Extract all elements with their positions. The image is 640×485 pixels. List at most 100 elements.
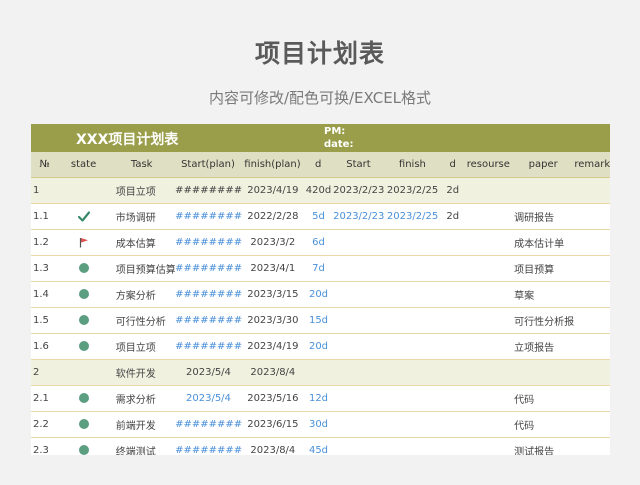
cell-d[interactable]: 7d xyxy=(304,263,333,274)
cell-task[interactable]: 项目立项 xyxy=(109,183,175,198)
cell-d[interactable]: 12d xyxy=(304,393,333,404)
page-subtitle: 内容可修改/配色可换/EXCEL格式 xyxy=(208,89,432,107)
cell-no[interactable]: 1.6 xyxy=(31,341,59,352)
cell-start-plan[interactable]: ######## xyxy=(175,211,242,222)
cell-finish-plan[interactable]: 2023/3/2 xyxy=(242,237,304,248)
cell-finish-plan[interactable]: 2023/3/15 xyxy=(242,289,304,300)
cell-d[interactable]: 20d xyxy=(304,341,333,352)
cell-finish-plan[interactable]: 2023/6/15 xyxy=(242,419,304,430)
cell-paper[interactable]: 调研报告 xyxy=(512,209,574,224)
status-dot-icon xyxy=(78,315,89,325)
cell-paper[interactable]: 项目预算 xyxy=(512,261,574,276)
cell-d[interactable]: 30d xyxy=(304,419,333,430)
table-row[interactable]: 1.5 可行性分析########2023/3/3015d 可行性分析报告 xyxy=(31,308,610,334)
cell-no[interactable]: 2 xyxy=(31,367,59,378)
cell-d[interactable]: 20d xyxy=(304,289,333,300)
cell-finish-plan[interactable]: 2023/3/30 xyxy=(242,315,304,326)
table-row[interactable]: 1 项目立项 ######## 2023/4/19 420d 2023/2/23 2023/… xyxy=(31,178,610,204)
table-row[interactable]: 1.2 成本估算 ######## 2023/3/2 6d 成本估计单 xyxy=(31,230,610,256)
cell-d[interactable]: 45d xyxy=(304,445,333,455)
cell-paper[interactable]: 代码 xyxy=(512,417,574,432)
cell-d[interactable]: 420d xyxy=(304,185,333,196)
table-row[interactable]: 1.4 方案分析 ######## 2023/3/15 20d 草案 xyxy=(31,282,610,308)
flag-icon xyxy=(79,237,89,248)
cell-state[interactable] xyxy=(59,289,109,300)
cell-d[interactable]: 5d xyxy=(304,211,333,222)
sheet-banner: XXX项目计划表 PM: date: xyxy=(31,124,610,152)
cell-finish-plan[interactable]: 2023/4/19 xyxy=(242,341,304,352)
header-paper: paper xyxy=(528,159,558,170)
table-row[interactable]: 1.6 项目立项 ######## 2023/4/19 20d 立项报告 xyxy=(31,334,610,360)
cell-task[interactable]: 项目立项 xyxy=(109,339,175,354)
cell-no[interactable]: 1.5 xyxy=(31,315,59,326)
cell-state[interactable] xyxy=(59,263,109,274)
cell-state[interactable] xyxy=(59,393,109,404)
cell-start-plan[interactable]: ######## xyxy=(175,445,242,455)
cell-start-plan[interactable]: ######## xyxy=(175,341,242,352)
cell-no[interactable]: 2.1 xyxy=(31,393,59,404)
cell-state[interactable] xyxy=(59,211,109,223)
cell-start-plan[interactable]: ######## xyxy=(175,315,242,326)
cell-state[interactable] xyxy=(59,341,109,352)
cell-start-plan[interactable]: ######## xyxy=(175,185,242,196)
cell-finish-plan[interactable]: 2023/4/1 xyxy=(242,263,304,274)
table-row[interactable]: 2.2 前端开发 ######## 2023/6/15 30d 代码 xyxy=(31,412,610,438)
status-dot-icon xyxy=(78,393,89,403)
cell-d2[interactable]: 2d xyxy=(441,185,465,196)
cell-start-plan[interactable]: ######## xyxy=(175,237,242,248)
cell-no[interactable]: 1.3 xyxy=(31,263,59,274)
cell-finish-plan[interactable]: 2023/8/4 xyxy=(242,367,304,378)
cell-state[interactable] xyxy=(59,237,109,249)
table-row[interactable]: 1.1 市场调研 ######## 2022/2/28 5d 2023/2/23 2023/… xyxy=(31,204,610,230)
header-resource: resourse xyxy=(466,159,510,170)
cell-task[interactable]: 前端开发 xyxy=(109,417,175,432)
cell-finish[interactable]: 2023/2/25 xyxy=(384,211,441,222)
cell-paper[interactable]: 代码 xyxy=(512,391,574,406)
cell-start-plan[interactable]: 2023/5/4 xyxy=(175,367,242,378)
cell-state[interactable] xyxy=(59,445,109,455)
cell-no[interactable]: 1.1 xyxy=(31,211,59,222)
cell-task[interactable]: 项目预算估算 xyxy=(109,261,175,276)
table-body: 1 项目立项 ######## 2023/4/19 420d 2023/2/23 2023/… xyxy=(31,178,610,455)
cell-no[interactable]: 2.3 xyxy=(31,445,59,455)
table-row[interactable]: 1.3 项目预算估算 ######## 2023/4/1 7d 项目预算 xyxy=(31,256,610,282)
cell-task[interactable]: 成本估算 xyxy=(109,235,175,250)
cell-d[interactable]: 6d xyxy=(304,237,333,248)
cell-paper[interactable]: 草案 xyxy=(512,287,574,302)
cell-finish[interactable]: 2023/2/25 xyxy=(384,185,441,196)
cell-d[interactable]: 15d xyxy=(304,315,333,326)
cell-no[interactable]: 2.2 xyxy=(31,419,59,430)
table-row[interactable]: 2.1 需求分析 2023/5/4 2023/5/16 12d 代码 xyxy=(31,386,610,412)
cell-task[interactable]: 市场调研 xyxy=(109,209,175,224)
cell-paper[interactable]: 立项报告 xyxy=(512,339,574,354)
cell-state[interactable] xyxy=(59,315,109,326)
cell-finish-plan[interactable]: 2023/4/19 xyxy=(242,185,304,196)
cell-finish-plan[interactable]: 2023/8/4 xyxy=(242,445,304,455)
cell-task[interactable]: 终端测试 xyxy=(109,443,175,455)
table-row[interactable]: 2.3 终端测试 ######## 2023/8/4 45d 测试报告 xyxy=(31,438,610,455)
cell-start-plan[interactable]: ######## xyxy=(175,289,242,300)
cell-task[interactable]: 软件开发 xyxy=(109,365,175,380)
cell-finish-plan[interactable]: 2022/2/28 xyxy=(242,211,304,222)
date-label: date: xyxy=(324,139,354,150)
cell-finish-plan[interactable]: 2023/5/16 xyxy=(242,393,304,404)
cell-state[interactable] xyxy=(59,419,109,430)
cell-no[interactable]: 1.2 xyxy=(31,237,59,248)
cell-no[interactable]: 1.4 xyxy=(31,289,59,300)
header-duration: d xyxy=(449,159,456,170)
cell-task[interactable]: 可行性分析 xyxy=(109,313,175,328)
cell-paper[interactable]: 测试报告 xyxy=(512,443,574,455)
cell-task[interactable]: 方案分析 xyxy=(109,287,175,302)
cell-d2[interactable]: 2d xyxy=(441,211,465,222)
cell-start[interactable]: 2023/2/23 xyxy=(333,185,384,196)
cell-no[interactable]: 1 xyxy=(31,185,59,196)
cell-start[interactable]: 2023/2/23 xyxy=(333,211,384,222)
sheet-title: XXX项目计划表 xyxy=(76,132,179,148)
cell-start-plan[interactable]: ######## xyxy=(175,419,242,430)
cell-paper[interactable]: 可行性分析报告 xyxy=(512,313,574,328)
cell-task[interactable]: 需求分析 xyxy=(109,391,175,406)
table-row[interactable]: 2 软件开发 2023/5/4 2023/8/4 xyxy=(31,360,610,386)
cell-start-plan[interactable]: ######## xyxy=(175,263,242,274)
cell-paper[interactable]: 成本估计单 xyxy=(512,235,574,250)
cell-start-plan[interactable]: 2023/5/4 xyxy=(175,393,242,404)
